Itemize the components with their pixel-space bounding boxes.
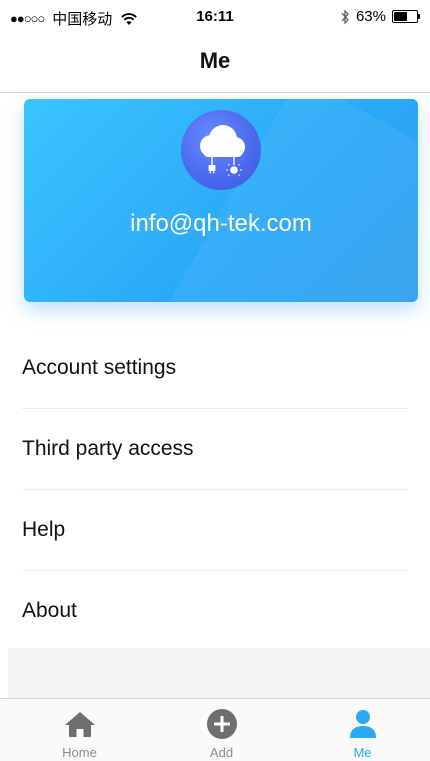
profile-card[interactable]: info@qh-tek.com — [24, 99, 418, 302]
tab-add[interactable]: Add — [150, 699, 293, 761]
profile-email: info@qh-tek.com — [130, 210, 312, 237]
bluetooth-icon — [341, 9, 349, 24]
person-icon — [349, 710, 376, 738]
menu-item-label: About — [22, 599, 77, 622]
tab-me[interactable]: Me — [291, 699, 430, 761]
tab-label: Me — [353, 745, 372, 760]
menu-item-help[interactable]: Help — [22, 490, 408, 571]
status-right: 63% — [340, 8, 420, 25]
settings-menu: Account settings Third party access Help… — [0, 328, 430, 651]
menu-item-label: Help — [22, 518, 66, 541]
navigation-bar: Me — [0, 36, 430, 93]
avatar[interactable] — [181, 110, 261, 190]
status-bar: ●●○○○ 中国移动 16:11 63% — [0, 0, 430, 36]
add-icon — [206, 709, 237, 739]
footer-spacer — [8, 648, 430, 698]
home-icon — [64, 712, 95, 737]
page-title: Me — [199, 48, 231, 73]
menu-item-label: Account settings — [22, 356, 177, 379]
tab-label: Home — [62, 745, 97, 760]
cloud-plug-bulb-icon — [200, 125, 245, 177]
menu-item-third-party-access[interactable]: Third party access — [22, 409, 408, 490]
tab-bar: Home Add Me — [0, 698, 430, 761]
battery-percent: 63% — [355, 8, 386, 25]
menu-item-account-settings[interactable]: Account settings — [22, 328, 408, 409]
tab-label: Add — [209, 745, 234, 760]
menu-item-about[interactable]: About — [22, 571, 408, 651]
tab-home[interactable]: Home — [8, 699, 151, 761]
menu-item-label: Third party access — [22, 437, 194, 460]
battery-icon — [392, 10, 420, 23]
